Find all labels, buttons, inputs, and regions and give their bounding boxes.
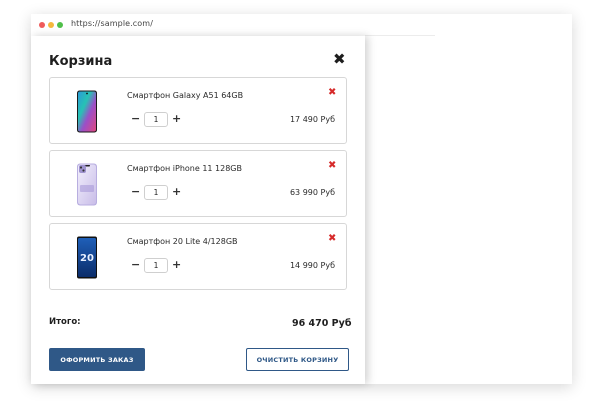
cart-item: Смартфон Galaxy A51 64GB ✖ − + 17 490 Ру… — [49, 77, 347, 144]
remove-item-icon[interactable]: ✖ — [328, 88, 336, 98]
quantity-input[interactable] — [144, 112, 168, 127]
cart-item: Смартфон iPhone 11 128GB ✖ − + 63 990 Ру… — [49, 150, 347, 217]
address-bar-url[interactable]: https://sample.com/ — [71, 19, 153, 28]
maximize-window-dot[interactable] — [57, 22, 63, 28]
divider — [365, 35, 435, 36]
increase-quantity-button[interactable]: + — [172, 259, 181, 271]
honor-20-lite-phone-icon: 20 — [77, 236, 97, 279]
item-name: Смартфон 20 Lite 4/128GB — [127, 237, 238, 246]
decrease-quantity-button[interactable]: − — [131, 186, 140, 198]
close-icon[interactable]: ✖ — [333, 51, 346, 67]
item-price: 14 990 Руб — [289, 261, 335, 270]
item-name: Смартфон Galaxy A51 64GB — [127, 91, 244, 100]
item-price: 63 990 Руб — [289, 188, 335, 197]
browser-window: https://sample.com/ Корзина ✖ Смартфон G… — [31, 14, 572, 384]
cart-item: 20 Смартфон 20 Lite 4/128GB ✖ − + 14 990… — [49, 223, 347, 290]
browser-titlebar: https://sample.com/ — [31, 14, 572, 36]
remove-item-icon[interactable]: ✖ — [328, 161, 336, 171]
minimize-window-dot[interactable] — [48, 22, 54, 28]
close-window-dot[interactable] — [39, 22, 45, 28]
total-value: 96 470 Руб — [292, 318, 352, 329]
galaxy-a51-phone-icon — [77, 90, 97, 133]
svg-text:20: 20 — [80, 253, 94, 264]
checkout-button[interactable]: ОФОРМИТЬ ЗАКАЗ — [49, 348, 145, 371]
item-name: Смартфон iPhone 11 128GB — [127, 164, 242, 173]
total-label: Итого: — [49, 317, 81, 327]
iphone-11-phone-icon — [77, 163, 97, 206]
clear-cart-button[interactable]: ОЧИСТИТЬ КОРЗИНУ — [246, 348, 349, 371]
quantity-input[interactable] — [144, 258, 168, 273]
quantity-input[interactable] — [144, 185, 168, 200]
remove-item-icon[interactable]: ✖ — [328, 234, 336, 244]
cart-panel: Корзина ✖ Смартфон Galaxy A51 64GB ✖ − 1… — [31, 36, 365, 384]
increase-quantity-button[interactable]: + — [172, 186, 181, 198]
increase-quantity-button[interactable]: + — [172, 113, 181, 125]
item-price: 17 490 Руб — [289, 115, 335, 124]
cart-title: Корзина — [49, 54, 113, 69]
decrease-quantity-button[interactable]: − — [131, 259, 140, 271]
decrease-quantity-button[interactable]: − — [131, 113, 140, 125]
